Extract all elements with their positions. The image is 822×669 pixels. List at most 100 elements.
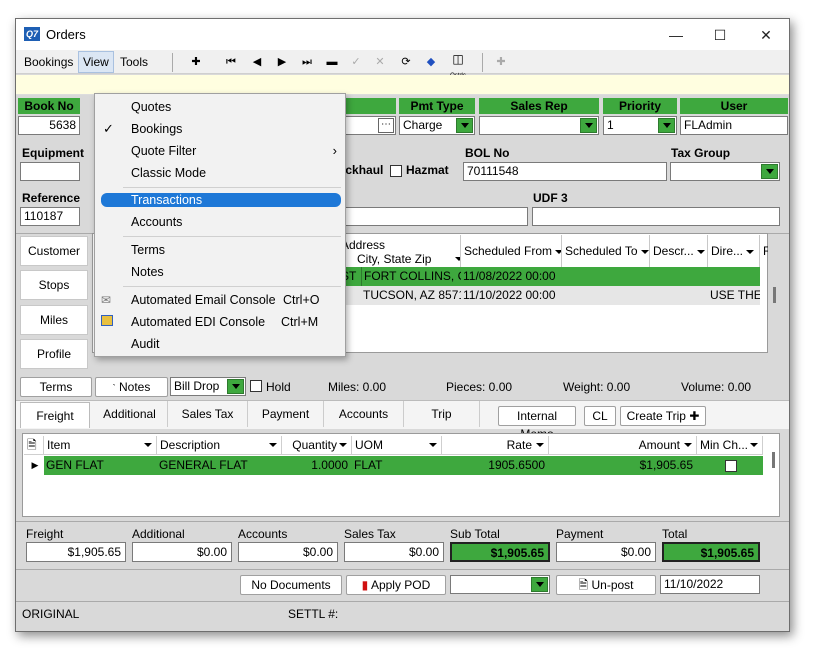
sort-icon[interactable] bbox=[339, 443, 347, 447]
sort-icon[interactable] bbox=[536, 443, 544, 447]
scrollbar-thumb[interactable] bbox=[772, 452, 775, 468]
freight-quantity[interactable]: 1.0000 bbox=[282, 456, 352, 475]
equipment-field[interactable] bbox=[20, 162, 80, 181]
stop-city[interactable]: TUCSON, AZ 85712 bbox=[361, 286, 461, 305]
sort-icon[interactable] bbox=[684, 443, 692, 447]
apply-pod-button[interactable]: ▮ Apply POD bbox=[346, 575, 446, 595]
freight-min-charge[interactable] bbox=[697, 456, 763, 475]
sort-icon[interactable] bbox=[750, 443, 758, 447]
scrollbar-thumb[interactable] bbox=[773, 287, 776, 303]
stop-city[interactable]: FORT COLLINS, CO bbox=[361, 267, 461, 286]
freight-item[interactable]: GEN FLAT bbox=[44, 456, 157, 475]
col-min-charge[interactable]: Min Ch... bbox=[697, 436, 763, 455]
sort-icon[interactable] bbox=[429, 443, 437, 447]
sales-rep-select[interactable] bbox=[479, 116, 599, 135]
menu-transactions[interactable]: Transactions bbox=[131, 193, 202, 207]
bill-drop-select[interactable]: Bill Drop bbox=[170, 377, 246, 396]
sort-icon[interactable] bbox=[269, 443, 277, 447]
cl-button[interactable]: CL bbox=[584, 406, 616, 426]
add-icon[interactable]: ✚ bbox=[188, 55, 204, 69]
col-direction[interactable]: Dire... bbox=[708, 235, 760, 267]
menu-automated-edi[interactable]: Automated EDI Console bbox=[131, 315, 265, 329]
workbench-icon[interactable]: ◫Ostdc bbox=[446, 52, 470, 79]
lookup-button[interactable]: ⋯ bbox=[378, 118, 394, 133]
refresh-icon[interactable]: ⟳ bbox=[398, 55, 414, 69]
sort-icon[interactable] bbox=[746, 249, 755, 254]
row-selector-icon[interactable]: ▶ bbox=[24, 456, 44, 475]
pmt-type-dropdown-icon[interactable] bbox=[456, 118, 473, 133]
eraser-icon[interactable]: ◆ bbox=[423, 55, 439, 69]
menu-audit[interactable]: Audit bbox=[131, 337, 160, 351]
col-scheduled-from[interactable]: Scheduled From bbox=[461, 235, 562, 267]
stops-tab-button[interactable]: Stops bbox=[20, 270, 88, 300]
profile-tab-button[interactable]: Profile bbox=[20, 339, 88, 369]
tax-group-select[interactable] bbox=[670, 162, 780, 181]
priority-select[interactable]: 1 bbox=[603, 116, 677, 135]
tab-freight[interactable]: Freight bbox=[20, 402, 90, 428]
save-check-icon[interactable]: ✓ bbox=[348, 55, 364, 69]
no-documents-button[interactable]: No Documents bbox=[240, 575, 342, 595]
menu-quote-filter[interactable]: Quote Filter bbox=[131, 144, 196, 158]
sort-icon[interactable] bbox=[555, 249, 561, 254]
customer-tab-button[interactable]: Customer bbox=[20, 236, 88, 266]
menu-bookings[interactable]: Bookings bbox=[24, 55, 73, 69]
stop-from[interactable]: 11/10/2022 00:00 bbox=[461, 286, 562, 305]
freight-amount[interactable]: $1,905.65 bbox=[549, 456, 697, 475]
sort-icon[interactable] bbox=[144, 443, 152, 447]
pod-select[interactable] bbox=[450, 575, 550, 594]
book-no-field[interactable]: 5638 bbox=[18, 116, 80, 135]
minimize-button[interactable]: — bbox=[656, 23, 696, 47]
col-quantity[interactable]: Quantity bbox=[282, 436, 352, 455]
bill-drop-dropdown-icon[interactable] bbox=[227, 379, 244, 394]
sort-icon[interactable] bbox=[640, 249, 649, 254]
sort-icon[interactable] bbox=[697, 249, 706, 254]
tax-group-dropdown-icon[interactable] bbox=[761, 164, 778, 179]
terms-button[interactable]: Terms bbox=[20, 377, 92, 397]
bol-no-field[interactable]: 70111548 bbox=[463, 162, 667, 181]
tab-payment[interactable]: Payment bbox=[248, 401, 324, 427]
maximize-button[interactable]: ☐ bbox=[700, 23, 740, 47]
first-record-icon[interactable]: ⏮ bbox=[223, 55, 239, 69]
next-record-icon[interactable]: ▶ bbox=[274, 55, 290, 69]
col-description[interactable]: Descr... bbox=[650, 235, 708, 267]
menu-tools[interactable]: Tools bbox=[120, 55, 148, 69]
last-record-icon[interactable]: ⏭ bbox=[299, 55, 315, 69]
miles-tab-button[interactable]: Miles bbox=[20, 305, 88, 335]
col-uom[interactable]: UOM bbox=[352, 436, 442, 455]
menu-notes[interactable]: Notes bbox=[131, 265, 164, 279]
menu-accounts[interactable]: Accounts bbox=[131, 215, 182, 229]
freight-rate[interactable]: 1905.6500 bbox=[442, 456, 549, 475]
menu-terms[interactable]: Terms bbox=[131, 243, 165, 257]
menu-quotes[interactable]: Quotes bbox=[131, 100, 171, 114]
udf2-field[interactable] bbox=[328, 207, 528, 226]
internal-memo-button[interactable]: Internal Memo bbox=[498, 406, 576, 441]
hold-checkbox[interactable] bbox=[250, 380, 262, 392]
cancel-x-icon[interactable]: ✕ bbox=[372, 55, 388, 69]
menu-classic-mode[interactable]: Classic Mode bbox=[131, 166, 206, 180]
delete-icon[interactable]: ▬ bbox=[324, 55, 340, 69]
stop-to[interactable] bbox=[562, 267, 760, 286]
create-trip-button[interactable]: Create Trip ✚ bbox=[620, 406, 706, 426]
reference-field[interactable]: 110187 bbox=[20, 207, 80, 226]
freight-description[interactable]: GENERAL FLAT bbox=[157, 456, 282, 475]
stop-direction[interactable]: USE THE bbox=[708, 286, 760, 305]
notes-button[interactable]: ` Notes bbox=[95, 377, 168, 397]
tab-accounts[interactable]: Accounts bbox=[324, 401, 404, 427]
menu-automated-email[interactable]: Automated Email Console bbox=[131, 293, 276, 307]
menu-view[interactable]: View bbox=[78, 51, 114, 73]
previous-record-icon[interactable]: ◀ bbox=[249, 55, 265, 69]
stop-from[interactable]: 11/08/2022 00:00 bbox=[461, 267, 562, 286]
tab-sales-tax[interactable]: Sales Tax bbox=[168, 401, 248, 427]
min-charge-checkbox[interactable] bbox=[725, 459, 737, 472]
tab-trip[interactable]: Trip bbox=[404, 401, 480, 427]
tab-additional[interactable]: Additional bbox=[92, 401, 168, 427]
col-amount[interactable]: Amount bbox=[549, 436, 697, 455]
close-button[interactable]: ✕ bbox=[746, 23, 786, 47]
hazmat-checkbox[interactable] bbox=[390, 165, 402, 177]
pod-dropdown-icon[interactable] bbox=[531, 577, 548, 592]
col-scheduled-to[interactable]: Scheduled To bbox=[562, 235, 650, 267]
unpost-button[interactable]: 🗎 Un-post bbox=[556, 575, 656, 595]
menu-bookings-view[interactable]: Bookings bbox=[131, 122, 182, 136]
col-description[interactable]: Description bbox=[157, 436, 282, 455]
priority-dropdown-icon[interactable] bbox=[658, 118, 675, 133]
